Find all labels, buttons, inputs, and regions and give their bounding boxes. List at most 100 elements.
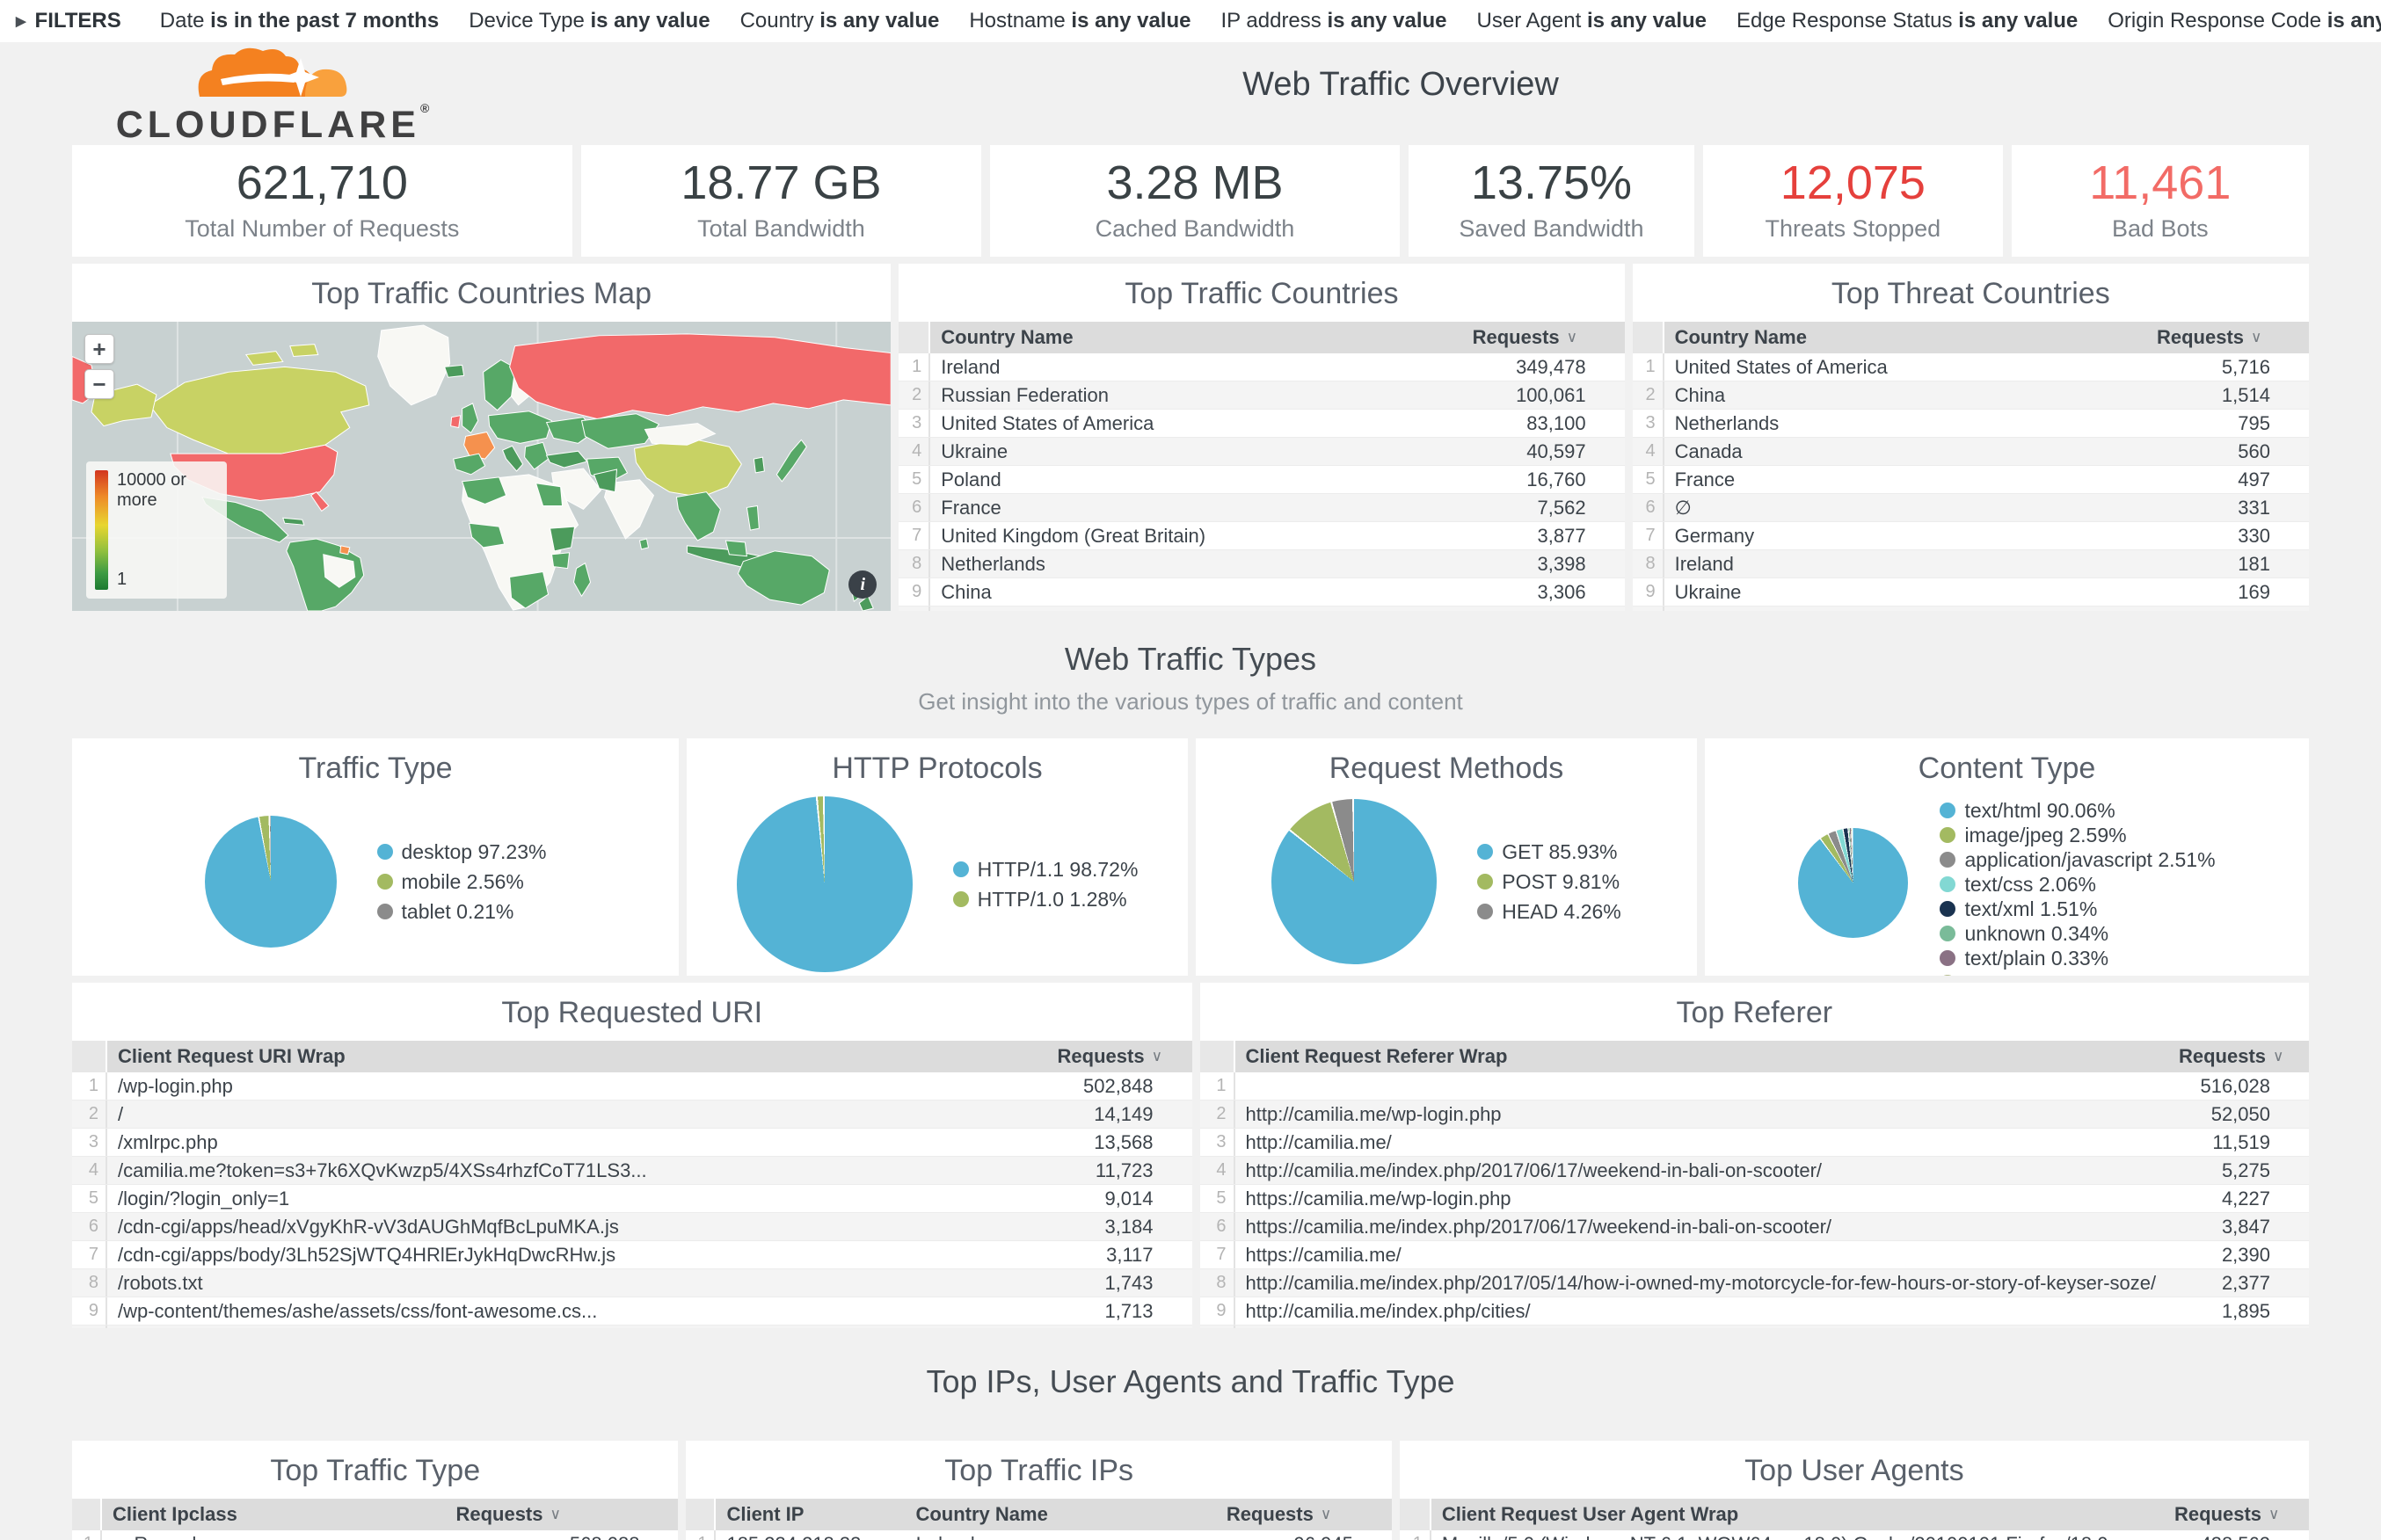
traffic-type-panel: Traffic Type desktop 97.23%mobile 2.56%t… (72, 738, 679, 976)
filter-chip[interactable]: User Agent is any value (1477, 9, 1707, 33)
column-header[interactable]: Requests∨ (1216, 1499, 1392, 1530)
http-protocols-pie-chart[interactable] (737, 796, 913, 972)
column-header[interactable]: Requests ∨ (2164, 1499, 2309, 1530)
table-cell: United States of America (1664, 356, 2146, 379)
legend-item[interactable]: 0.20% (1940, 970, 2215, 976)
legend-label: text/html 90.06% (1964, 798, 2115, 823)
table-body: 1noRecord568,088 (72, 1530, 678, 1540)
row-number: 5 (899, 466, 930, 493)
table-cell: Canada (1664, 440, 2146, 463)
table-row: 8http://camilia.me/index.php/2017/05/14/… (1200, 1269, 2309, 1297)
top-referer-table: Client Request Referer WrapRequests∨1516… (1200, 1041, 2309, 1328)
sort-caret-icon[interactable]: ∨ (2273, 1048, 2283, 1065)
legend-swatch-icon (1940, 876, 1955, 892)
request-methods-title: Request Methods (1196, 738, 1697, 796)
sort-caret-icon[interactable]: ∨ (2251, 329, 2261, 346)
filters-toggle[interactable]: ▶ FILTERS (16, 9, 121, 33)
table-row: 7/cdn-cgi/apps/body/3Lh52SjWTQ4HRlErJykH… (72, 1241, 1192, 1269)
info-icon[interactable]: i (848, 570, 877, 599)
request-methods-pie-chart[interactable] (1271, 799, 1437, 964)
column-header[interactable]: Requests∨ (1047, 1041, 1192, 1072)
row-number: 3 (1200, 1129, 1235, 1156)
content-type-pie-chart[interactable] (1798, 828, 1908, 938)
table-cell: /wp-login.php (107, 1075, 1047, 1098)
filter-chip[interactable]: Date is in the past 7 months (160, 9, 439, 33)
column-header-label: Requests (1473, 326, 1560, 349)
top-traffic-type-table: Client IpclassRequests∨1noRecord568,088 (72, 1499, 678, 1540)
legend-item[interactable]: application/javascript 2.51% (1940, 847, 2215, 872)
legend-item[interactable]: text/css 2.06% (1940, 872, 2215, 897)
legend-item[interactable]: text/html 90.06% (1940, 798, 2215, 823)
legend-item[interactable]: GET 85.93% (1477, 837, 1621, 867)
column-header[interactable]: Requests ∨ (1462, 322, 1625, 353)
table-body: 1185.234.218.33Ireland96,945 (686, 1530, 1391, 1540)
legend-item[interactable]: unknown 0.34% (1940, 921, 2215, 946)
filter-chip[interactable]: Edge Response Status is any value (1737, 9, 2078, 33)
table-row: 5France497 (1633, 466, 2309, 494)
row-number: 1 (72, 1530, 102, 1540)
row-number: 1 (899, 353, 930, 381)
table-row: 1United States of America5,716 (1633, 353, 2309, 381)
column-header[interactable]: Requests∨ (2146, 322, 2309, 353)
http-protocols-legend: HTTP/1.1 98.72%HTTP/1.0 1.28% (953, 854, 1139, 914)
sort-caret-icon[interactable]: ∨ (1152, 1048, 1162, 1065)
column-header-label: Requests (2174, 1503, 2261, 1526)
table-row: 10Singapore158 (1633, 607, 2309, 611)
filter-chip[interactable]: Device Type is any value (469, 9, 710, 33)
map-legend: 10000 or more 1 (86, 461, 227, 599)
legend-item[interactable]: POST 9.81% (1477, 867, 1621, 897)
table-row: 4http://camilia.me/index.php/2017/06/17/… (1200, 1157, 2309, 1185)
sort-caret-icon[interactable]: ∨ (1321, 1506, 1331, 1523)
legend-item[interactable]: text/plain 0.33% (1940, 946, 2215, 970)
column-header[interactable]: Country Name (930, 322, 1461, 353)
table-cell: 3,215 (1462, 609, 1625, 612)
column-header[interactable]: Country Name (905, 1499, 1215, 1530)
column-header[interactable]: Country Name (1664, 322, 2146, 353)
web-traffic-types-header: Web Traffic Types Get insight into the v… (0, 611, 2381, 731)
table-row: 5/login/?login_only=19,014 (72, 1185, 1192, 1213)
table-row: 9China3,306 (899, 578, 1624, 607)
column-header[interactable]: Client Request URI Wrap (107, 1041, 1047, 1072)
zoom-in-button[interactable]: + (84, 334, 114, 364)
top-user-agents-title: Top User Agents (1400, 1441, 2309, 1499)
column-header-label: Client Request Referer Wrap (1246, 1045, 1508, 1068)
legend-item[interactable]: mobile 2.56% (377, 867, 547, 897)
column-header[interactable]: Client IP (716, 1499, 905, 1530)
filter-chip[interactable]: Origin Response Code is any value (2108, 9, 2381, 33)
zoom-out-button[interactable]: − (84, 369, 114, 399)
sort-caret-icon[interactable]: ∨ (1567, 329, 1577, 346)
legend-label: GET 85.93% (1502, 837, 1617, 867)
legend-label: desktop 97.23% (402, 837, 547, 867)
sort-caret-icon[interactable]: ∨ (2268, 1506, 2279, 1523)
table-row: 4Ukraine40,597 (899, 438, 1624, 466)
column-header[interactable]: Requests∨ (445, 1499, 678, 1530)
filter-field-label: Date (160, 9, 210, 33)
table-cell: 2,390 (2168, 1244, 2309, 1267)
legend-item[interactable]: image/jpeg 2.59% (1940, 823, 2215, 847)
table-cell: 11,519 (2168, 1131, 2309, 1154)
filter-chip[interactable]: IP address is any value (1220, 9, 1446, 33)
column-header[interactable]: Client Request Referer Wrap (1235, 1041, 2168, 1072)
cloudflare-logo: CLOUDFLARE® (101, 47, 444, 144)
expand-arrow-icon: ▶ (16, 13, 26, 29)
legend-item[interactable]: tablet 0.21% (377, 897, 547, 926)
legend-item[interactable]: desktop 97.23% (377, 837, 547, 867)
table-cell: 3,877 (1462, 525, 1625, 548)
legend-item[interactable]: HEAD 4.26% (1477, 897, 1621, 926)
table-cell: 16,760 (1462, 469, 1625, 491)
column-header[interactable]: Requests∨ (2168, 1041, 2309, 1072)
filter-chip[interactable]: Hostname is any value (969, 9, 1190, 33)
row-number: 9 (899, 578, 930, 606)
table-cell: https://camilia.me/wp-login.php (1235, 1188, 2168, 1210)
legend-item[interactable]: HTTP/1.0 1.28% (953, 884, 1139, 914)
column-header[interactable]: Client Ipclass (102, 1499, 445, 1530)
legend-item[interactable]: HTTP/1.1 98.72% (953, 854, 1139, 884)
filter-chip[interactable]: Country is any value (740, 9, 940, 33)
sort-caret-icon[interactable]: ∨ (550, 1506, 561, 1523)
legend-item[interactable]: text/xml 1.51% (1940, 897, 2215, 921)
column-header-label: Client Request User Agent Wrap (1442, 1503, 1738, 1526)
traffic-type-pie-chart[interactable] (205, 816, 337, 948)
world-map[interactable]: + − 10000 or more 1 i (72, 322, 891, 611)
column-header[interactable]: Client Request User Agent Wrap (1431, 1499, 2164, 1530)
row-number: 8 (899, 550, 930, 578)
